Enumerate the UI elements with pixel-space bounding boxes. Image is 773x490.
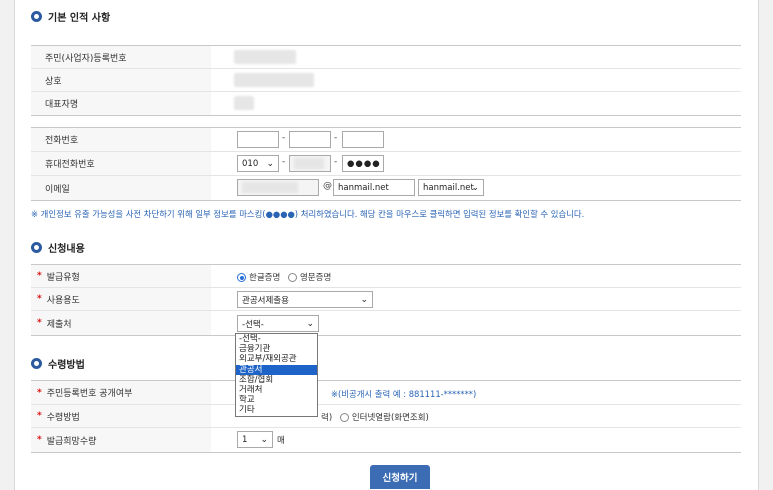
usage-select[interactable]: 관공서제출용 ⌄	[237, 291, 373, 308]
row-mobile: 휴대전화번호 010 ⌄ - - ●●●●	[31, 152, 741, 176]
mobile-dash-2: -	[334, 157, 338, 167]
company-label: 상호	[31, 69, 211, 91]
apply-table: * 발급유형 한글증명 영문증명 * 사용용도 관공서제출용 ⌄ * 제출처 -선택-…	[31, 264, 741, 336]
quantity-unit: 매	[277, 436, 285, 446]
required-mark: *	[37, 294, 42, 304]
option-government-office[interactable]: 관공서	[236, 364, 317, 375]
ceo-masked[interactable]	[234, 96, 254, 110]
radio-korean[interactable]	[237, 273, 246, 282]
mobile-dash-1: -	[282, 157, 286, 167]
chevron-down-icon: ⌄	[266, 159, 274, 169]
chevron-down-icon: ⌄	[471, 183, 479, 193]
submit-to-label: 제출처	[46, 319, 72, 330]
phone-dash-2: -	[334, 133, 338, 143]
usage-label: 사용용도	[46, 295, 80, 306]
disclose-label: 주민등록번호 공개여부	[46, 389, 133, 399]
contact-table: 전화번호 - - 휴대전화번호 010 ⌄ - - ●●●● 이메일 @ han…	[31, 127, 741, 201]
option-select[interactable]: -선택-	[236, 334, 317, 344]
row-usage: * 사용용도 관공서제출용 ⌄	[31, 288, 741, 311]
chevron-down-icon: ⌄	[360, 295, 368, 305]
receive-table: * 주민등록번호 공개여부 ※(비공개시 출력 예 : 881111-******…	[31, 380, 741, 453]
option-association[interactable]: 조합/협회	[236, 375, 317, 385]
apply-submit-button[interactable]: 신청하기	[370, 465, 430, 489]
section-apply-title: 신청내용	[31, 240, 85, 255]
section-receive-title: 수령방법	[31, 356, 85, 371]
email-label: 이메일	[31, 176, 211, 200]
privacy-note: ※ 개인정보 유출 가능성을 사전 차단하기 위해 일부 정보를 마스킹(●●●…	[31, 209, 585, 219]
issue-type-label: 발급유형	[46, 272, 80, 283]
required-mark: *	[37, 435, 42, 445]
chevron-down-icon: ⌄	[260, 435, 268, 445]
option-client[interactable]: 거래처	[236, 385, 317, 395]
phone-label: 전화번호	[31, 128, 211, 151]
resident-id-masked[interactable]	[234, 50, 296, 64]
required-mark: *	[37, 411, 42, 421]
row-disclose: * 주민등록번호 공개여부 ※(비공개시 출력 예 : 881111-******…	[31, 381, 741, 405]
bullet-icon	[31, 242, 42, 253]
row-resident-id: 주민(사업자)등록번호	[31, 46, 741, 69]
chevron-down-icon: ⌄	[306, 319, 314, 329]
option-foreign-affairs[interactable]: 외교부/재외공관	[236, 354, 317, 364]
radio-online-view[interactable]	[339, 413, 349, 422]
row-company: 상호	[31, 69, 741, 92]
mobile-label: 휴대전화번호	[31, 152, 211, 175]
row-method: * 수령방법 력) 인터넷열람(화면조회)	[31, 405, 741, 428]
row-quantity: * 발급희망수량 1 ⌄ 매	[31, 428, 741, 452]
email-id-masked[interactable]	[237, 179, 319, 196]
row-email: 이메일 @ hanmail.net hanmail.net ⌄	[31, 176, 741, 200]
quantity-select[interactable]: 1 ⌄	[237, 431, 273, 448]
row-ceo: 대표자명	[31, 92, 741, 115]
quantity-label: 발급희망수량	[46, 436, 97, 447]
email-at: @	[323, 181, 332, 191]
form-panel: 기본 인적 사항 주민(사업자)등록번호 상호 대표자명 전화번호 - - 휴대…	[14, 0, 759, 490]
method-radios: 력) 인터넷열람(화면조회)	[321, 413, 429, 423]
phone-part3-input[interactable]	[342, 131, 384, 148]
row-phone: 전화번호 - -	[31, 128, 741, 152]
email-domain-select[interactable]: hanmail.net ⌄	[418, 179, 484, 196]
option-school[interactable]: 학교	[236, 395, 317, 405]
basic-info-table: 주민(사업자)등록번호 상호 대표자명	[31, 45, 741, 116]
phone-part1-input[interactable]	[237, 131, 279, 148]
disclose-note: ※(비공개시 출력 예 : 881111-*******)	[331, 389, 477, 399]
phone-dash-1: -	[282, 133, 286, 143]
submit-to-dropdown-list: -선택- 금융기관 외교부/재외공관 관공서 조합/협회 거래처 학교 기타	[235, 333, 318, 417]
radio-english[interactable]	[287, 273, 297, 282]
required-mark: *	[37, 387, 42, 398]
option-financial[interactable]: 금융기관	[236, 344, 317, 354]
company-masked[interactable]	[234, 73, 314, 87]
option-other[interactable]: 기타	[236, 405, 317, 415]
mobile-last-input[interactable]: ●●●●	[342, 155, 384, 172]
mobile-prefix-select[interactable]: 010 ⌄	[237, 155, 279, 172]
required-mark: *	[37, 318, 42, 328]
bullet-icon	[31, 358, 42, 369]
resident-id-label: 주민(사업자)등록번호	[31, 46, 211, 68]
issue-type-radios: 한글증명 영문증명	[237, 271, 331, 283]
email-domain-input[interactable]: hanmail.net	[333, 179, 415, 196]
method-label: 수령방법	[46, 412, 80, 423]
row-submit-to: * 제출처 -선택- ⌄	[31, 311, 741, 335]
ceo-label: 대표자명	[31, 92, 211, 115]
mobile-middle-masked[interactable]	[289, 155, 331, 172]
bullet-icon	[31, 11, 42, 22]
section-basic-title: 기본 인적 사항	[31, 9, 110, 24]
row-issue-type: * 발급유형 한글증명 영문증명	[31, 265, 741, 288]
required-mark: *	[37, 271, 42, 281]
phone-part2-input[interactable]	[289, 131, 331, 148]
submit-to-select[interactable]: -선택- ⌄	[237, 315, 319, 332]
